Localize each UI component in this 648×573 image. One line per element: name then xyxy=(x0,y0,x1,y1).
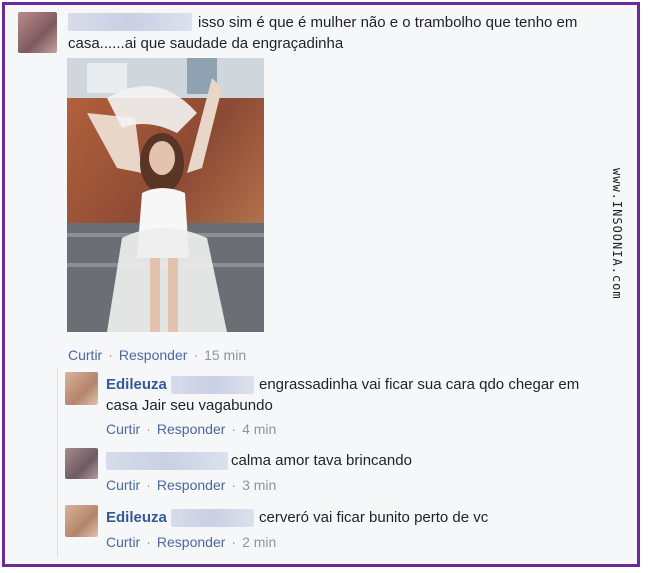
watermark-text: www.INSOONIA.com xyxy=(610,168,624,300)
reply-3-reply-link[interactable]: Responder xyxy=(157,534,226,550)
reply-2-author-name-blurred[interactable] xyxy=(106,452,228,470)
post-author-avatar[interactable] xyxy=(18,12,57,53)
reply-1-like-link[interactable]: Curtir xyxy=(106,421,140,437)
reply-1-surname-blurred xyxy=(171,376,254,394)
replies-thread-line xyxy=(57,368,58,558)
post-photo[interactable] xyxy=(67,58,264,332)
reply-3-like-link[interactable]: Curtir xyxy=(106,534,140,550)
reply-1-avatar[interactable] xyxy=(65,372,98,405)
reply-2-reply-link[interactable]: Responder xyxy=(157,477,226,493)
reply-3-avatar[interactable] xyxy=(65,505,98,537)
reply-1-text-line-1: engrassadinha vai ficar sua cara qdo che… xyxy=(259,376,580,393)
reply-2-actions: Curtir · Responder · 3 min xyxy=(106,477,277,493)
reply-3-text: cerveró vai ficar bunito perto de vc xyxy=(259,509,489,526)
reply-2-avatar[interactable] xyxy=(65,448,98,479)
site-watermark: www.INSOONIA.com xyxy=(610,168,630,308)
post-like-link[interactable]: Curtir xyxy=(68,347,102,363)
reply-1-reply-link[interactable]: Responder xyxy=(157,421,226,437)
post-reply-link[interactable]: Responder xyxy=(119,347,188,363)
post-actions: Curtir · Responder · 15 min xyxy=(68,347,247,363)
reply-1-timestamp[interactable]: 4 min xyxy=(242,421,276,437)
post-timestamp[interactable]: 15 min xyxy=(204,347,246,363)
reply-3-timestamp[interactable]: 2 min xyxy=(242,534,276,550)
post-text-line-1: isso sim é que é mulher não e o trambolh… xyxy=(198,14,578,31)
reply-2-text: calma amor tava brincando xyxy=(231,452,412,469)
reply-1-author-name[interactable]: Edileuza xyxy=(106,374,167,395)
reply-2-timestamp[interactable]: 3 min xyxy=(242,477,276,493)
post-text-line-2: casa......ai que saudade da engraçadinha xyxy=(68,35,344,52)
post-author-name-blurred[interactable] xyxy=(68,13,192,31)
photo-image xyxy=(67,58,264,332)
reply-3-author-name[interactable]: Edileuza xyxy=(106,507,167,528)
reply-3-surname-blurred xyxy=(171,509,254,527)
reply-1-actions: Curtir · Responder · 4 min xyxy=(106,421,277,437)
reply-1-text-line-2: casa Jair seu vagabundo xyxy=(106,397,273,414)
reply-2-like-link[interactable]: Curtir xyxy=(106,477,140,493)
reply-3-actions: Curtir · Responder · 2 min xyxy=(106,534,277,550)
